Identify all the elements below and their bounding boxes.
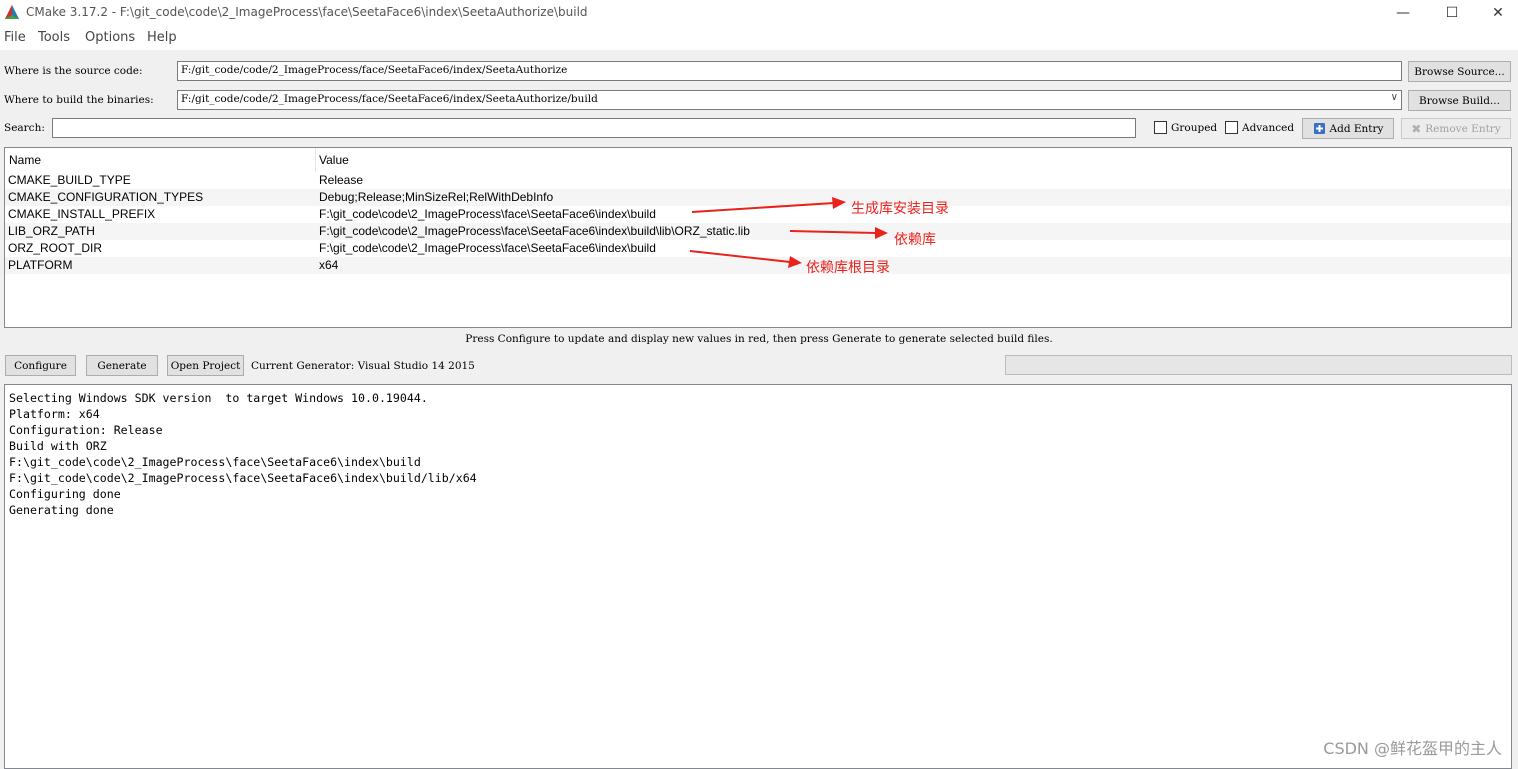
grouped-checkbox[interactable] [1154, 121, 1167, 134]
menu-file[interactable]: File [4, 30, 26, 45]
log-line: Configuring done [9, 487, 121, 501]
log-line: F:\git_code\code\2_ImageProcess\face\See… [9, 455, 421, 469]
advanced-checkbox[interactable] [1225, 121, 1238, 134]
annotation-dependency-root: 依赖库根目录 [806, 260, 890, 276]
log-line: F:\git_code\code\2_ImageProcess\face\See… [9, 471, 477, 485]
entry-value[interactable]: Release [319, 173, 363, 187]
minimize-button[interactable]: — [1380, 0, 1426, 26]
column-separator[interactable] [315, 148, 316, 172]
plus-icon [1313, 123, 1325, 134]
log-line: Configuration: Release [9, 423, 163, 437]
table-row[interactable]: LIB_ORZ_PATH F:\git_code\code\2_ImagePro… [5, 223, 1511, 240]
window-title: CMake 3.17.2 - F:\git_code\code\2_ImageP… [26, 5, 588, 19]
build-path-combobox[interactable]: F:/git_code/code/2_ImageProcess/face/See… [177, 90, 1402, 110]
log-line: Selecting Windows SDK version to target … [9, 391, 428, 405]
column-header-name[interactable]: Name [9, 153, 41, 167]
configure-button[interactable]: Configure [5, 355, 76, 376]
progress-bar [1005, 355, 1512, 375]
source-path-input[interactable]: F:/git_code/code/2_ImageProcess/face/See… [177, 61, 1402, 81]
table-row[interactable]: CMAKE_INSTALL_PREFIX F:\git_code\code\2_… [5, 206, 1511, 223]
entry-value[interactable]: F:\git_code\code\2_ImageProcess\face\See… [319, 241, 656, 255]
table-row[interactable]: ORZ_ROOT_DIR F:\git_code\code\2_ImagePro… [5, 240, 1511, 257]
entry-name: PLATFORM [8, 258, 73, 272]
entry-name: ORZ_ROOT_DIR [8, 241, 103, 255]
entry-value[interactable]: F:\git_code\code\2_ImageProcess\face\See… [319, 224, 750, 238]
table-header: Name Value [5, 148, 1511, 172]
open-project-button[interactable]: Open Project [167, 355, 244, 376]
browse-source-button[interactable]: Browse Source... [1408, 61, 1511, 82]
add-entry-label: Add Entry [1329, 122, 1384, 135]
source-label: Where is the source code: [4, 65, 143, 77]
menu-bar: File Tools Options Help [0, 26, 1518, 50]
entry-name: LIB_ORZ_PATH [8, 224, 95, 238]
browse-build-button[interactable]: Browse Build... [1408, 90, 1511, 111]
log-line: Generating done [9, 503, 114, 517]
menu-help[interactable]: Help [147, 30, 177, 45]
build-path-value: F:/git_code/code/2_ImageProcess/face/See… [181, 93, 598, 105]
entry-value[interactable]: x64 [319, 258, 338, 272]
remove-entry-button[interactable]: ✖ Remove Entry [1401, 118, 1511, 139]
close-button[interactable]: ✕ [1475, 0, 1518, 26]
configure-hint: Press Configure to update and display ne… [465, 333, 1053, 345]
annotation-install-dir: 生成库安装目录 [851, 201, 949, 217]
entry-value[interactable]: F:\git_code\code\2_ImageProcess\face\See… [319, 207, 656, 221]
watermark: CSDN @鲜花盔甲的主人 [1323, 739, 1502, 758]
chevron-down-icon[interactable]: ∨ [1391, 92, 1398, 103]
menu-options[interactable]: Options [85, 30, 135, 45]
table-row[interactable]: CMAKE_CONFIGURATION_TYPES Debug;Release;… [5, 189, 1511, 206]
search-input[interactable] [52, 118, 1136, 138]
grouped-label: Grouped [1171, 122, 1218, 134]
log-line: Build with ORZ [9, 439, 107, 453]
menu-tools[interactable]: Tools [38, 30, 70, 45]
generate-button[interactable]: Generate [86, 355, 158, 376]
maximize-button[interactable]: ☐ [1429, 0, 1475, 26]
add-entry-button[interactable]: Add Entry [1302, 118, 1394, 139]
output-log[interactable]: Selecting Windows SDK version to target … [4, 384, 1512, 769]
column-header-value[interactable]: Value [319, 153, 349, 167]
log-line: Platform: x64 [9, 407, 100, 421]
entry-name: CMAKE_CONFIGURATION_TYPES [8, 190, 204, 204]
remove-icon: ✖ [1411, 121, 1422, 136]
advanced-label: Advanced [1242, 122, 1295, 134]
table-row[interactable]: CMAKE_BUILD_TYPE Release [5, 172, 1511, 189]
entry-name: CMAKE_INSTALL_PREFIX [8, 207, 156, 221]
table-row[interactable]: PLATFORM x64 [5, 257, 1511, 274]
entry-name: CMAKE_BUILD_TYPE [8, 173, 131, 187]
annotation-dependency: 依赖库 [894, 232, 936, 248]
cache-variables-table[interactable]: Name Value CMAKE_BUILD_TYPE Release CMAK… [4, 147, 1512, 328]
search-label: Search: [4, 122, 45, 134]
cmake-logo-icon [5, 5, 19, 19]
build-label: Where to build the binaries: [4, 94, 154, 106]
remove-entry-label: Remove Entry [1425, 122, 1501, 135]
current-generator-label: Current Generator: Visual Studio 14 2015 [251, 360, 475, 372]
entry-value[interactable]: Debug;Release;MinSizeRel;RelWithDebInfo [319, 190, 553, 204]
title-bar: CMake 3.17.2 - F:\git_code\code\2_ImageP… [0, 0, 1518, 26]
